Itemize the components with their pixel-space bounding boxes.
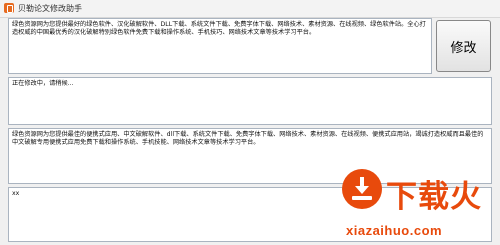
- watermark-logo: 下载火 xiazaihuo.com: [340, 165, 490, 243]
- document-edit-icon: [4, 3, 14, 13]
- source-text-box[interactable]: 绿色资源网为您提供最好的绿色软件、汉化破解软件、DLL下载、系统文件下载、免费字…: [8, 18, 432, 74]
- download-arrow-icon: [342, 169, 382, 209]
- status-text-box[interactable]: 正在修改中，请稍候...: [8, 77, 492, 125]
- watermark-domain: xiazaihuo.com: [346, 223, 443, 238]
- window-title: 贝勒论文修改助手: [18, 4, 82, 13]
- watermark-brand: 下载火: [386, 179, 482, 215]
- title-bar: 贝勒论文修改助手: [0, 0, 500, 18]
- modify-button[interactable]: 修改: [436, 20, 491, 72]
